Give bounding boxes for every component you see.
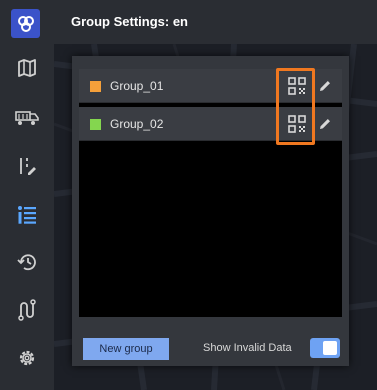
show-invalid-data-toggle[interactable] — [310, 338, 340, 358]
path-icon[interactable] — [9, 294, 45, 326]
group-list-icon[interactable] — [9, 198, 45, 230]
group-row-02[interactable]: Group_02 — [79, 107, 342, 141]
qr-code-icon[interactable] — [288, 115, 306, 133]
group-label: Group_02 — [110, 117, 164, 131]
group-settings-panel: Group_01 Group_02 New group Show Invalid… — [72, 56, 349, 366]
vehicle-icon[interactable] — [9, 102, 45, 134]
show-invalid-data-label: Show Invalid Data — [203, 342, 292, 354]
edit-pencil-icon[interactable] — [318, 117, 332, 131]
group-color-swatch — [90, 81, 101, 92]
history-icon[interactable] — [9, 246, 45, 278]
route-edit-icon[interactable] — [9, 150, 45, 182]
group-list: Group_01 Group_02 — [79, 69, 342, 317]
toggle-knob — [323, 341, 337, 355]
left-rail — [0, 0, 54, 390]
qr-code-icon[interactable] — [288, 77, 306, 95]
logo-icon[interactable] — [11, 9, 40, 38]
map-icon[interactable] — [9, 52, 45, 84]
new-group-button[interactable]: New group — [83, 338, 169, 360]
header-bar: Group Settings: en — [54, 0, 377, 44]
edit-pencil-icon[interactable] — [318, 79, 332, 93]
page-title: Group Settings: en — [71, 14, 188, 29]
group-color-swatch — [90, 119, 101, 130]
app-window: Group Settings: en Group_01 Group_02 New… — [0, 0, 377, 390]
group-label: Group_01 — [110, 79, 164, 93]
settings-gear-icon[interactable] — [9, 342, 45, 374]
group-row-01[interactable]: Group_01 — [79, 69, 342, 103]
